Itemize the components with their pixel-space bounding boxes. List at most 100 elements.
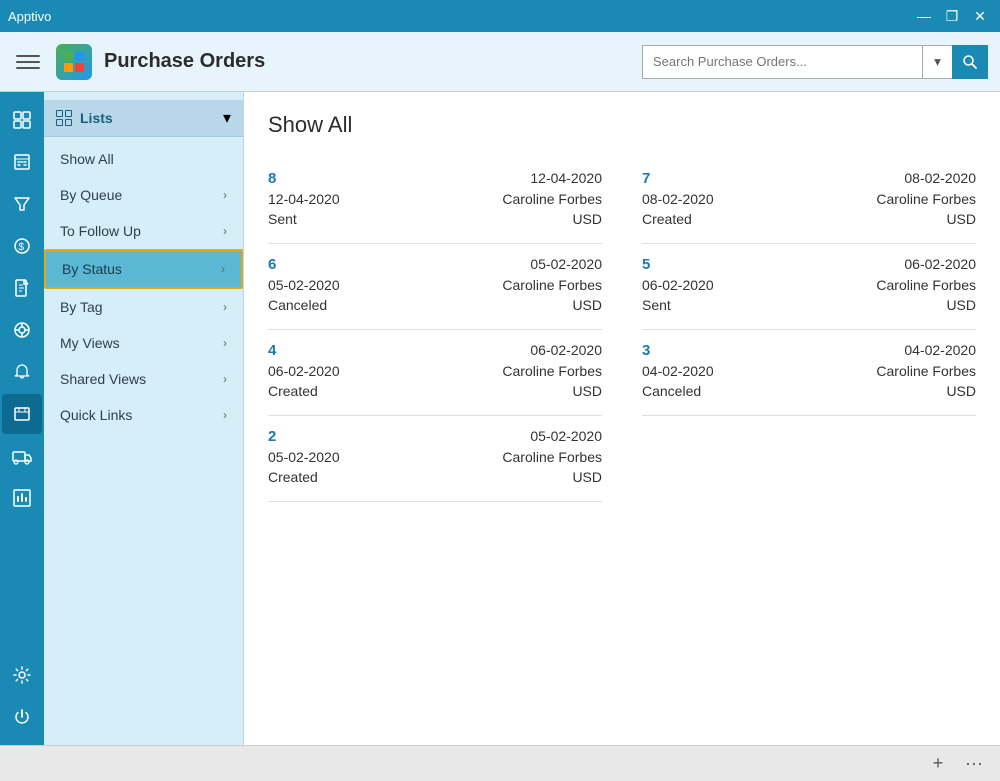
- sidebar-icon-home[interactable]: [2, 100, 42, 140]
- page-title: Show All: [268, 112, 976, 138]
- record-status: Canceled: [268, 297, 327, 313]
- record-assignee: Caroline Forbes: [502, 363, 602, 379]
- sidebar-icon-purchase[interactable]: [2, 394, 42, 434]
- record-header-row: 6 05-02-2020: [268, 256, 602, 273]
- nav-item-show-all[interactable]: Show All: [44, 141, 243, 177]
- record-header-row: 3 04-02-2020: [642, 342, 976, 359]
- record-card: 3 04-02-2020 04-02-2020 Caroline Forbes …: [642, 330, 976, 416]
- nav-item-by-queue[interactable]: By Queue›: [44, 177, 243, 213]
- sidebar-icon-support[interactable]: [2, 310, 42, 350]
- icon-sidebar-bottom: [2, 655, 42, 745]
- record-date2: 04-02-2020: [642, 363, 714, 379]
- record-detail-row: 04-02-2020 Caroline Forbes: [642, 363, 976, 379]
- sidebar-icon-calculator[interactable]: [2, 142, 42, 182]
- record-date: 05-02-2020: [530, 428, 602, 445]
- record-date: 08-02-2020: [904, 170, 976, 187]
- sidebar-icon-bell[interactable]: [2, 352, 42, 392]
- nav-item-by-tag[interactable]: By Tag ›: [44, 289, 243, 325]
- icon-sidebar: $: [0, 92, 44, 745]
- page-header-title: Purchase Orders: [104, 50, 630, 73]
- nav-item-label: Shared Views: [60, 371, 146, 387]
- nav-item-chevron: ›: [223, 372, 227, 386]
- record-id[interactable]: 4: [268, 342, 276, 359]
- record-date2: 08-02-2020: [642, 191, 714, 207]
- record-header-row: 5 06-02-2020: [642, 256, 976, 273]
- record-date: 04-02-2020: [904, 342, 976, 359]
- records-left-column: 8 12-04-2020 12-04-2020 Caroline Forbes …: [268, 158, 602, 502]
- nav-item-label: By Tag: [60, 299, 103, 315]
- sidebar-icon-money[interactable]: $: [2, 226, 42, 266]
- sidebar-icon-filter[interactable]: [2, 184, 42, 224]
- nav-item-label: By Queue: [60, 187, 122, 203]
- minimize-button[interactable]: —: [912, 6, 936, 26]
- record-detail-row: 08-02-2020 Caroline Forbes: [642, 191, 976, 207]
- maximize-button[interactable]: ❐: [940, 6, 964, 26]
- nav-item-to-follow-up[interactable]: To Follow Up›: [44, 213, 243, 249]
- sidebar-icon-reports[interactable]: [2, 478, 42, 518]
- record-card: 5 06-02-2020 06-02-2020 Caroline Forbes …: [642, 244, 976, 330]
- app-icon: [56, 44, 92, 80]
- record-status-row: Canceled USD: [268, 297, 602, 313]
- record-card: 7 08-02-2020 08-02-2020 Caroline Forbes …: [642, 158, 976, 244]
- more-options-button[interactable]: ···: [960, 750, 988, 778]
- close-button[interactable]: ✕: [968, 6, 992, 26]
- record-assignee: Caroline Forbes: [876, 191, 976, 207]
- record-date2: 06-02-2020: [642, 277, 714, 293]
- nav-item-chevron: ›: [221, 262, 225, 276]
- window-controls: — ❐ ✕: [912, 6, 992, 26]
- nav-item-label: Show All: [60, 151, 114, 167]
- record-detail-row: 12-04-2020 Caroline Forbes: [268, 191, 602, 207]
- nav-item-chevron: ›: [223, 224, 227, 238]
- nav-item-label: My Views: [60, 335, 120, 351]
- nav-sidebar: Lists ▾ Show AllBy Queue›To Follow Up›By…: [44, 92, 244, 745]
- record-assignee: Caroline Forbes: [876, 277, 976, 293]
- bottom-bar: + ···: [0, 745, 1000, 781]
- record-header-row: 8 12-04-2020: [268, 170, 602, 187]
- records-grid: 8 12-04-2020 12-04-2020 Caroline Forbes …: [268, 158, 976, 502]
- record-date2: 12-04-2020: [268, 191, 340, 207]
- record-status: Created: [268, 383, 318, 399]
- record-status-row: Created USD: [268, 469, 602, 485]
- record-status-row: Canceled USD: [642, 383, 976, 399]
- hamburger-button[interactable]: [12, 46, 44, 78]
- record-detail-row: 06-02-2020 Caroline Forbes: [268, 363, 602, 379]
- record-status: Created: [268, 469, 318, 485]
- nav-item-chevron: ›: [223, 300, 227, 314]
- record-date: 06-02-2020: [904, 256, 976, 273]
- record-status: Sent: [642, 297, 671, 313]
- record-id[interactable]: 7: [642, 170, 650, 187]
- sidebar-icon-power[interactable]: [2, 697, 42, 737]
- lists-label: Lists: [80, 110, 113, 126]
- record-id[interactable]: 5: [642, 256, 650, 273]
- record-status: Created: [642, 211, 692, 227]
- nav-item-by-status[interactable]: By Status›: [44, 249, 243, 289]
- nav-items-container: Show AllBy Queue›To Follow Up›By Status›…: [44, 141, 243, 433]
- sidebar-icon-delivery[interactable]: [2, 436, 42, 476]
- record-id[interactable]: 6: [268, 256, 276, 273]
- record-id[interactable]: 2: [268, 428, 276, 445]
- title-bar: Apptivo — ❐ ✕: [0, 0, 1000, 32]
- lists-chevron: ▾: [223, 108, 231, 128]
- record-id[interactable]: 8: [268, 170, 276, 187]
- record-currency: USD: [572, 297, 602, 313]
- record-detail-row: 05-02-2020 Caroline Forbes: [268, 277, 602, 293]
- record-card: 8 12-04-2020 12-04-2020 Caroline Forbes …: [268, 158, 602, 244]
- record-date: 06-02-2020: [530, 342, 602, 359]
- search-button[interactable]: [952, 45, 988, 79]
- record-id[interactable]: 3: [642, 342, 650, 359]
- nav-item-my-views[interactable]: My Views›: [44, 325, 243, 361]
- nav-item-shared-views[interactable]: Shared Views ›: [44, 361, 243, 397]
- nav-item-quick-links[interactable]: Quick Links›: [44, 397, 243, 433]
- search-input[interactable]: [642, 45, 922, 79]
- record-assignee: Caroline Forbes: [502, 449, 602, 465]
- add-button[interactable]: +: [924, 750, 952, 778]
- record-currency: USD: [572, 469, 602, 485]
- record-assignee: Caroline Forbes: [502, 277, 602, 293]
- sidebar-icon-settings[interactable]: [2, 655, 42, 695]
- main-layout: $: [0, 92, 1000, 745]
- record-currency: USD: [946, 211, 976, 227]
- lists-header[interactable]: Lists ▾: [44, 100, 243, 137]
- record-detail-row: 05-02-2020 Caroline Forbes: [268, 449, 602, 465]
- sidebar-icon-document[interactable]: [2, 268, 42, 308]
- search-dropdown-button[interactable]: ▾: [922, 45, 952, 79]
